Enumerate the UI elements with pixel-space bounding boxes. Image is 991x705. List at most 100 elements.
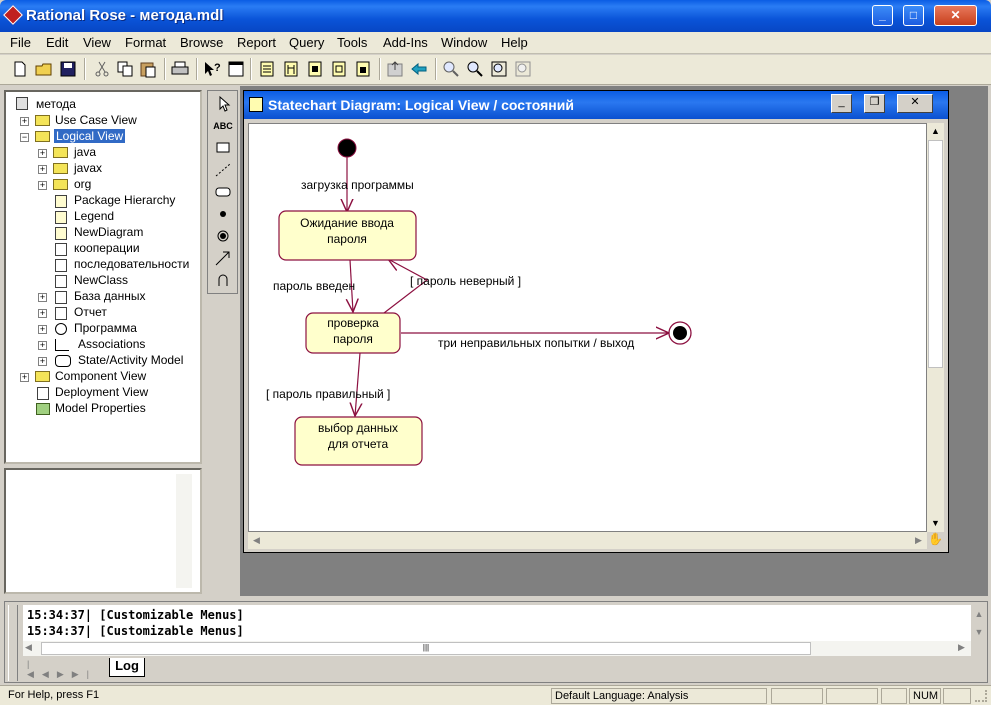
- scroll-left-arrow-icon[interactable]: ◀: [248, 532, 265, 549]
- menu-addins[interactable]: Add-Ins: [383, 35, 428, 50]
- child-minimize-button[interactable]: _: [831, 94, 852, 113]
- fit-in-window-icon[interactable]: [489, 59, 509, 79]
- pan-hand-icon[interactable]: ✋: [927, 532, 944, 549]
- save-icon[interactable]: [58, 59, 78, 79]
- maximize-button[interactable]: □: [903, 5, 924, 26]
- menu-window[interactable]: Window: [441, 35, 487, 50]
- tree-package-hierarchy[interactable]: Package Hierarchy: [74, 193, 175, 207]
- log-vertical-scrollbar[interactable]: ▲ ▼: [971, 605, 987, 641]
- scroll-down-arrow-icon[interactable]: ▼: [927, 515, 944, 532]
- log-tab[interactable]: Log: [109, 658, 145, 677]
- collaboration-diagram-icon[interactable]: [305, 59, 325, 79]
- tree-associations[interactable]: Associations: [78, 337, 145, 351]
- scroll-thumb[interactable]: |||: [41, 642, 811, 655]
- tree-report[interactable]: Отчет: [74, 305, 107, 319]
- paste-icon[interactable]: [138, 59, 158, 79]
- undo-fit-icon[interactable]: [513, 59, 533, 79]
- transition-tool-icon[interactable]: [213, 249, 233, 267]
- tree-logical-view[interactable]: Logical View: [54, 129, 126, 143]
- scroll-right-arrow-icon[interactable]: ▶: [958, 642, 965, 653]
- zoom-in-icon[interactable]: [441, 59, 461, 79]
- tree-model-properties[interactable]: Model Properties: [55, 401, 146, 415]
- tree-database[interactable]: База данных: [74, 289, 145, 303]
- collapse-icon[interactable]: −: [20, 133, 29, 142]
- print-icon[interactable]: [170, 59, 190, 79]
- child-close-button[interactable]: ✕: [897, 94, 933, 113]
- tree-org[interactable]: org: [74, 177, 91, 191]
- child-restore-button[interactable]: ❐: [864, 94, 885, 113]
- menu-view[interactable]: View: [83, 35, 111, 50]
- expand-icon[interactable]: +: [38, 357, 47, 366]
- tree-newclass[interactable]: NewClass: [74, 273, 128, 287]
- expand-icon[interactable]: +: [38, 341, 47, 350]
- minimize-button[interactable]: _: [872, 5, 893, 26]
- expand-icon[interactable]: +: [38, 293, 47, 302]
- tree-sequences[interactable]: последовательности: [74, 257, 189, 271]
- start-state-icon[interactable]: [213, 205, 233, 223]
- scroll-thumb[interactable]: [928, 140, 943, 368]
- browse-parent-icon[interactable]: [385, 59, 405, 79]
- text-tool-icon[interactable]: ABC: [213, 117, 233, 135]
- transition-right[interactable]: [355, 352, 360, 416]
- expand-icon[interactable]: +: [38, 149, 47, 158]
- menu-file[interactable]: File: [10, 35, 31, 50]
- note-tool-icon[interactable]: [213, 139, 233, 157]
- model-browser-tree[interactable]: метода + Use Case View − Logical View + …: [4, 90, 202, 464]
- menu-browse[interactable]: Browse: [180, 35, 223, 50]
- zoom-out-icon[interactable]: [465, 59, 485, 79]
- expand-icon[interactable]: +: [38, 309, 47, 318]
- self-transition-icon[interactable]: [213, 271, 233, 289]
- tree-component-view[interactable]: Component View: [55, 369, 146, 383]
- open-folder-icon[interactable]: [34, 59, 54, 79]
- menu-report[interactable]: Report: [237, 35, 276, 50]
- class-diagram-icon[interactable]: [257, 59, 277, 79]
- diagram-horizontal-scrollbar[interactable]: ◀ ▶: [248, 532, 927, 549]
- scroll-left-arrow-icon[interactable]: ◀: [25, 642, 32, 653]
- diagram-vertical-scrollbar[interactable]: ▲ ▼: [927, 123, 944, 532]
- resize-grip-icon[interactable]: [975, 690, 987, 702]
- menu-query[interactable]: Query: [289, 35, 324, 50]
- expand-icon[interactable]: +: [20, 373, 29, 382]
- tree-java[interactable]: java: [74, 145, 96, 159]
- documentation-pane[interactable]: [4, 468, 202, 594]
- expand-icon[interactable]: +: [38, 325, 47, 334]
- end-state-icon[interactable]: [213, 227, 233, 245]
- expand-icon[interactable]: +: [38, 165, 47, 174]
- tree-collaborations[interactable]: кооперации: [74, 241, 140, 255]
- tree-newdiagram[interactable]: NewDiagram: [74, 225, 143, 239]
- tree-root[interactable]: метода: [36, 97, 76, 111]
- component-diagram-icon[interactable]: [329, 59, 349, 79]
- log-text-area[interactable]: 15:34:37| [Customizable Menus] 15:34:37|…: [23, 605, 971, 641]
- selection-arrow-icon[interactable]: [213, 95, 233, 113]
- menu-edit[interactable]: Edit: [46, 35, 68, 50]
- cut-icon[interactable]: [92, 59, 112, 79]
- tree-use-case-view[interactable]: Use Case View: [55, 113, 137, 127]
- tree-javax[interactable]: javax: [74, 161, 102, 175]
- tree-program[interactable]: Программа: [74, 321, 137, 335]
- deployment-diagram-icon[interactable]: [353, 59, 373, 79]
- doc-scrollbar[interactable]: [176, 474, 192, 588]
- log-horizontal-scrollbar[interactable]: ◀ ||| ▶: [23, 641, 971, 656]
- expand-icon[interactable]: +: [20, 117, 29, 126]
- view-window-icon[interactable]: [226, 59, 246, 79]
- scroll-up-arrow-icon[interactable]: ▲: [927, 123, 944, 140]
- anchor-note-icon[interactable]: [213, 161, 233, 179]
- log-tab-navigation[interactable]: |◀◀▶▶|: [27, 659, 105, 679]
- scroll-right-arrow-icon[interactable]: ▶: [910, 532, 927, 549]
- context-help-icon[interactable]: ?: [202, 59, 222, 79]
- diagram-canvas[interactable]: Ожидание ввода пароля проверка пароля вы…: [248, 123, 927, 532]
- sequence-diagram-icon[interactable]: [281, 59, 301, 79]
- initial-state[interactable]: [337, 138, 357, 158]
- menu-format[interactable]: Format: [125, 35, 166, 50]
- menu-help[interactable]: Help: [501, 35, 528, 50]
- close-button[interactable]: ✕: [934, 5, 977, 26]
- copy-icon[interactable]: [115, 59, 135, 79]
- tree-state-activity-model[interactable]: State/Activity Model: [78, 353, 183, 367]
- state-tool-icon[interactable]: [213, 183, 233, 201]
- new-file-icon[interactable]: [10, 59, 30, 79]
- menu-tools[interactable]: Tools: [337, 35, 367, 50]
- tree-deployment-view[interactable]: Deployment View: [55, 385, 148, 399]
- browse-previous-icon[interactable]: [409, 59, 429, 79]
- tree-legend[interactable]: Legend: [74, 209, 114, 223]
- expand-icon[interactable]: +: [38, 181, 47, 190]
